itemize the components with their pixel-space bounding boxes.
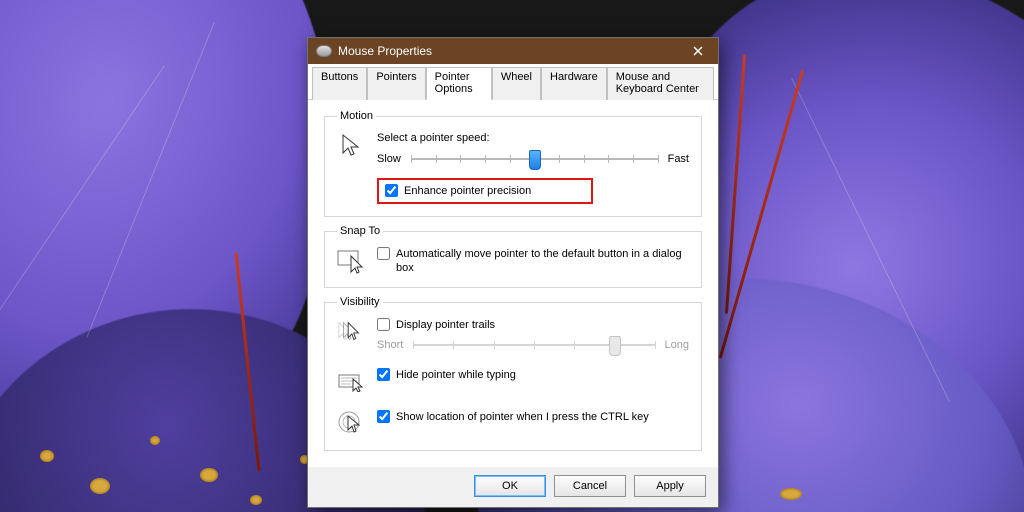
group-visibility-legend: Visibility — [337, 296, 383, 308]
ctrl-locate-checkbox[interactable]: Show location of pointer when I press th… — [377, 410, 689, 424]
tab-hardware[interactable]: Hardware — [541, 67, 607, 100]
close-button[interactable] — [678, 38, 718, 64]
pointer-trails-label: Display pointer trails — [396, 318, 495, 332]
group-snap-to-legend: Snap To — [337, 225, 383, 237]
window-title: Mouse Properties — [338, 44, 678, 58]
trails-short-label: Short — [377, 339, 403, 351]
auto-move-checkbox[interactable]: Automatically move pointer to the defaul… — [377, 247, 689, 275]
group-visibility: Visibility Display pointer trails — [324, 296, 702, 451]
ctrl-locate-icon — [337, 410, 365, 438]
mouse-icon — [316, 45, 332, 57]
pointer-trails-checkbox[interactable]: Display pointer trails — [377, 318, 689, 332]
speed-slow-label: Slow — [377, 153, 401, 165]
ctrl-locate-label: Show location of pointer when I press th… — [396, 410, 649, 424]
pointer-trails-slider — [413, 336, 654, 354]
tab-wheel[interactable]: Wheel — [492, 67, 541, 100]
auto-move-label: Automatically move pointer to the defaul… — [396, 247, 689, 275]
enhance-precision-label: Enhance pointer precision — [404, 184, 531, 198]
pointer-speed-slider[interactable] — [411, 150, 658, 168]
pointer-icon — [337, 132, 365, 160]
pointer-speed-label: Select a pointer speed: — [377, 132, 689, 144]
hide-while-typing-label: Hide pointer while typing — [396, 368, 516, 382]
pointer-trails-icon — [337, 318, 365, 346]
titlebar[interactable]: Mouse Properties — [308, 38, 718, 64]
tabpanel-pointer-options: Motion Select a pointer speed: Slow Fast — [308, 100, 718, 467]
tabstrip: Buttons Pointers Pointer Options Wheel H… — [308, 64, 718, 100]
group-motion-legend: Motion — [337, 110, 376, 122]
mouse-properties-dialog: Mouse Properties Buttons Pointers Pointe… — [307, 37, 719, 508]
group-motion: Motion Select a pointer speed: Slow Fast — [324, 110, 702, 217]
ok-button[interactable]: OK — [474, 475, 546, 497]
hide-while-typing-checkbox[interactable]: Hide pointer while typing — [377, 368, 689, 382]
hide-while-typing-icon — [337, 368, 365, 396]
cancel-button[interactable]: Cancel — [554, 475, 626, 497]
enhance-precision-highlight: Enhance pointer precision — [377, 178, 593, 204]
snap-to-icon — [337, 247, 365, 275]
tab-pointers[interactable]: Pointers — [367, 67, 425, 100]
enhance-precision-checkbox[interactable]: Enhance pointer precision — [385, 184, 531, 198]
group-snap-to: Snap To Automatically move pointer to th… — [324, 225, 702, 288]
close-icon — [693, 46, 703, 56]
tab-pointer-options[interactable]: Pointer Options — [426, 67, 492, 100]
tab-mouse-keyboard-center[interactable]: Mouse and Keyboard Center — [607, 67, 714, 100]
speed-fast-label: Fast — [668, 153, 689, 165]
dialog-buttons: OK Cancel Apply — [308, 467, 718, 507]
trails-long-label: Long — [665, 339, 689, 351]
apply-button[interactable]: Apply — [634, 475, 706, 497]
tab-buttons[interactable]: Buttons — [312, 67, 367, 100]
